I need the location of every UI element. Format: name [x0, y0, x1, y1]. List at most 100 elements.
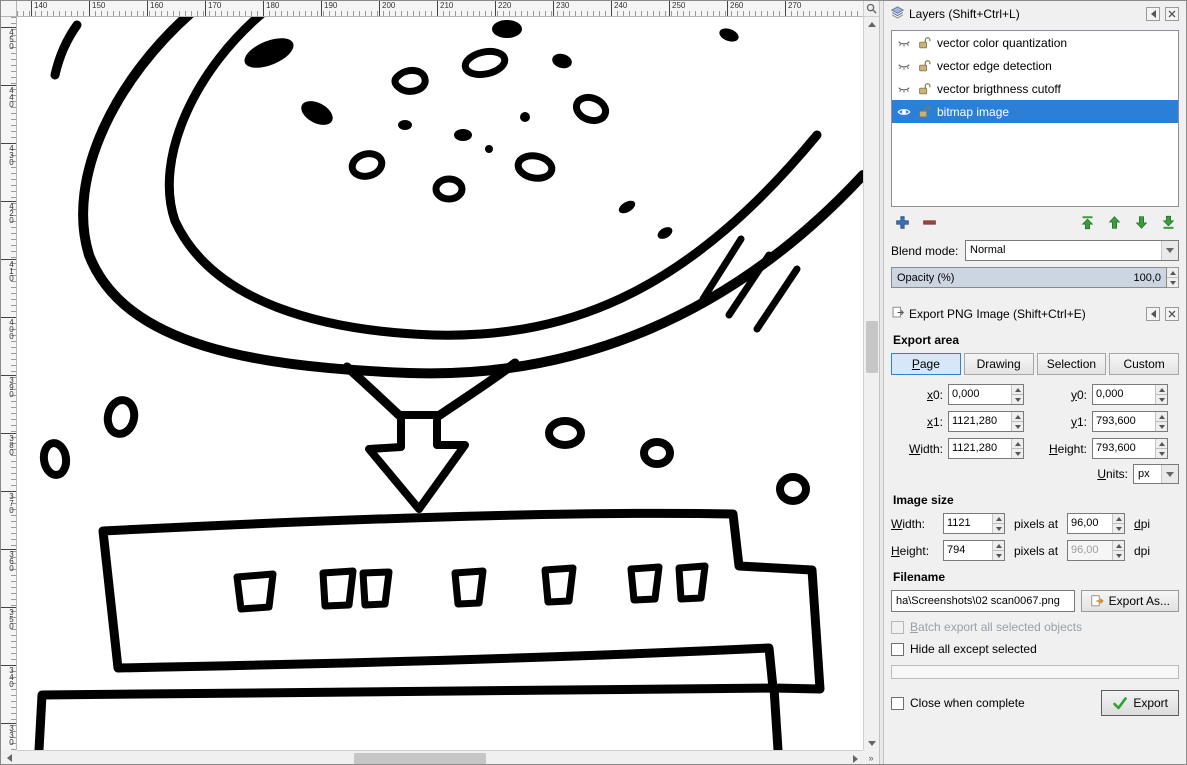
image-height-input[interactable]: 794	[943, 540, 1005, 561]
filename-input[interactable]	[891, 590, 1075, 612]
layer-hidden-eye-icon[interactable]	[895, 34, 912, 51]
area-custom-button[interactable]: Custom	[1109, 353, 1179, 375]
export-dock-collapse-button[interactable]	[1146, 307, 1160, 321]
ruler-label: 390	[1, 375, 16, 397]
horizontal-ruler[interactable]: 1401501601701801902002102202302402502602…	[17, 1, 863, 17]
x1-input[interactable]: 1121,280	[948, 411, 1024, 432]
ruler-label: 200	[379, 1, 395, 16]
ruler-label: 260	[727, 1, 743, 16]
ruler-label: 450	[1, 27, 16, 49]
layer-hidden-eye-icon[interactable]	[895, 57, 912, 74]
ruler-label: 140	[31, 1, 47, 16]
ruler-label: 250	[669, 1, 685, 16]
spinner-buttons[interactable]	[992, 514, 1004, 533]
remove-layer-button[interactable]	[920, 213, 938, 231]
filename-row: Export As...	[891, 590, 1179, 612]
units-label: Units:	[1097, 467, 1128, 481]
spinner-buttons[interactable]	[1112, 514, 1124, 533]
opacity-slider[interactable]: Opacity (%) 100,0	[891, 267, 1167, 288]
ruler-corner	[1, 1, 17, 17]
scroll-up-button[interactable]	[864, 17, 880, 31]
ruler-label: 240	[611, 1, 627, 16]
vertical-scrollbar[interactable]	[863, 17, 879, 750]
x0-label: x0:	[927, 388, 943, 402]
x0-input[interactable]: 0,000	[948, 384, 1024, 405]
width-dpi-input[interactable]: 96,00	[1067, 513, 1125, 534]
export-as-icon	[1090, 594, 1104, 608]
layer-row[interactable]: vector edge detection	[892, 54, 1178, 77]
layer-name: vector color quantization	[935, 36, 1067, 50]
spinner-buttons[interactable]	[992, 541, 1004, 560]
layer-row[interactable]: vector brigthness cutoff	[892, 77, 1178, 100]
spinner-buttons[interactable]	[1011, 439, 1023, 458]
vertical-ruler[interactable]: 450440430420410400390380370360350340330	[1, 17, 17, 750]
ruler-label: 270	[785, 1, 801, 16]
area-page-button[interactable]: Page	[891, 353, 961, 375]
dpi-label: dpi	[1130, 517, 1150, 531]
image-width-input[interactable]: 1121	[943, 513, 1005, 534]
layer-visible-eye-icon[interactable]	[895, 103, 912, 120]
layers-panel-title: Layers (Shift+Ctrl+L)	[909, 7, 1141, 21]
batch-export-row: Batch export all selected objects	[891, 620, 1179, 634]
image-width-row: Width: 1121 pixels at 96,00 dpi	[891, 513, 1179, 534]
ruler-label: 170	[205, 1, 221, 16]
layer-lock-icon[interactable]	[915, 80, 932, 97]
export-area-heading: Export area	[893, 333, 1179, 347]
canvas-viewport[interactable]	[17, 17, 863, 750]
layers-panel-icon	[891, 6, 904, 22]
opacity-row: Opacity (%) 100,0	[891, 267, 1179, 288]
area-height-input[interactable]: 793,600	[1092, 438, 1168, 459]
spinner-buttons[interactable]	[1011, 385, 1023, 404]
lower-layer-to-bottom-button[interactable]	[1159, 213, 1177, 231]
blend-mode-select[interactable]: Normal	[965, 240, 1179, 261]
scroll-down-button[interactable]	[864, 736, 880, 750]
scroll-corner-grip[interactable]: »	[863, 750, 879, 765]
scroll-left-button[interactable]	[1, 750, 17, 765]
area-selection-button[interactable]: Selection	[1037, 353, 1107, 375]
spinner-buttons[interactable]	[1155, 385, 1167, 404]
layer-row[interactable]: vector color quantization	[892, 31, 1178, 54]
y0-input[interactable]: 0,000	[1092, 384, 1168, 405]
ruler-label: 430	[1, 143, 16, 165]
y0-label: y0:	[1071, 388, 1087, 402]
layers-panel-titlebar: Layers (Shift+Ctrl+L)	[891, 4, 1179, 24]
layers-close-button[interactable]	[1165, 7, 1179, 21]
layers-dock-collapse-button[interactable]	[1146, 7, 1160, 21]
layer-lock-icon[interactable]	[915, 57, 932, 74]
opacity-spinner-buttons[interactable]	[1167, 267, 1179, 288]
export-as-button[interactable]: Export As...	[1081, 590, 1179, 612]
zoom-lens-icon[interactable]	[863, 1, 879, 17]
close-when-complete-checkbox[interactable]	[891, 697, 904, 710]
spinner-buttons[interactable]	[1155, 439, 1167, 458]
horizontal-scrollbar[interactable]	[17, 750, 863, 765]
export-close-button[interactable]	[1165, 307, 1179, 321]
raise-layer-to-top-button[interactable]	[1078, 213, 1096, 231]
layer-list[interactable]: vector color quantization vector edge det…	[891, 30, 1179, 207]
layer-lock-icon[interactable]	[915, 34, 932, 51]
area-width-input[interactable]: 1121,280	[948, 438, 1024, 459]
close-when-complete-label: Close when complete	[910, 696, 1025, 710]
ruler-label: 330	[1, 723, 16, 745]
layer-row[interactable]: bitmap image	[892, 100, 1178, 123]
ruler-label: 180	[263, 1, 279, 16]
y1-input[interactable]: 793,600	[1092, 411, 1168, 432]
raise-layer-button[interactable]	[1105, 213, 1123, 231]
lower-layer-button[interactable]	[1132, 213, 1150, 231]
layer-hidden-eye-icon[interactable]	[895, 80, 912, 97]
add-layer-button[interactable]	[893, 213, 911, 231]
export-progress-bar	[891, 665, 1179, 679]
ruler-label: 220	[495, 1, 511, 16]
horizontal-scrollbar-thumb[interactable]	[354, 753, 486, 765]
export-check-icon	[1112, 695, 1128, 711]
units-select[interactable]: px	[1133, 464, 1179, 484]
layer-lock-icon[interactable]	[915, 103, 932, 120]
ruler-label: 230	[553, 1, 569, 16]
spinner-buttons[interactable]	[1011, 412, 1023, 431]
area-drawing-button[interactable]: Drawing	[964, 353, 1034, 375]
scroll-right-button[interactable]	[847, 752, 863, 765]
hide-except-checkbox[interactable]	[891, 643, 904, 656]
spinner-buttons[interactable]	[1155, 412, 1167, 431]
vertical-scrollbar-thumb[interactable]	[866, 321, 878, 373]
ruler-label: 440	[1, 85, 16, 107]
export-button[interactable]: Export	[1101, 690, 1179, 716]
